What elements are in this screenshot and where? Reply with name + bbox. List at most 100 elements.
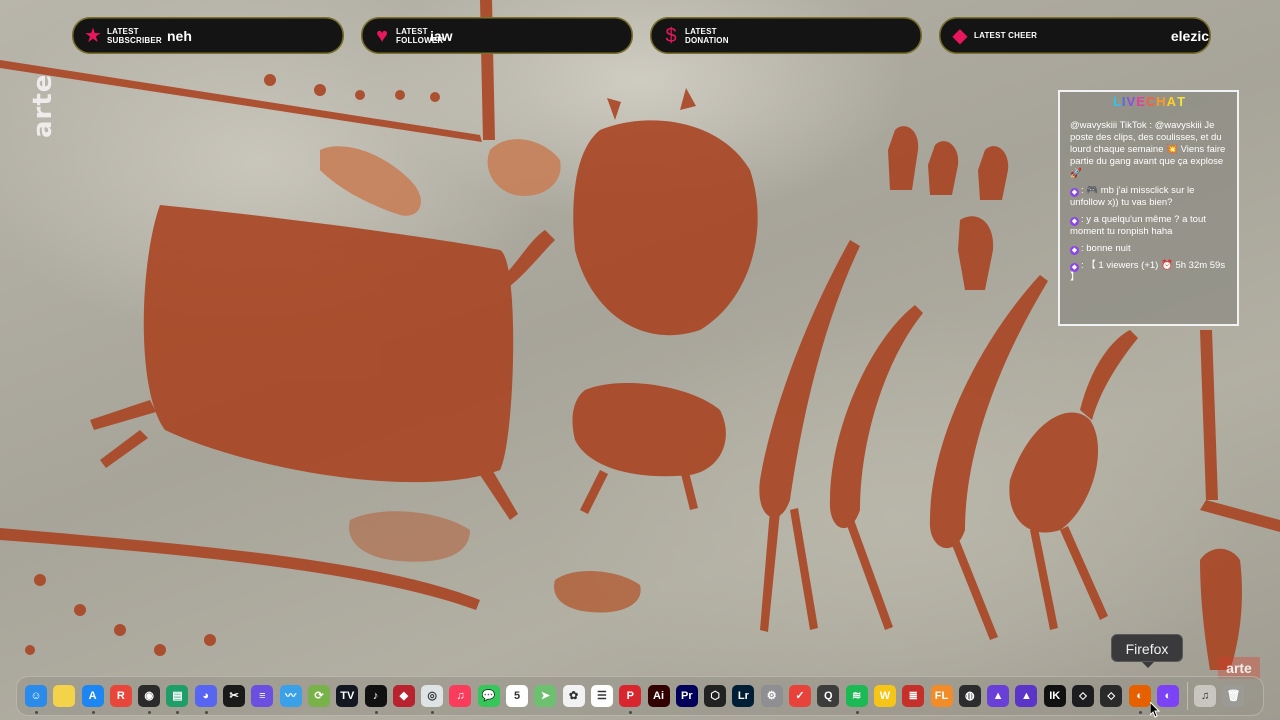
waves-icon[interactable]: W: [873, 685, 896, 707]
painting-bird-2: [829, 305, 923, 529]
running-indicator: [91, 711, 95, 714]
running-indicator: [431, 711, 435, 714]
painting-lizard: [320, 146, 421, 216]
finder-icon[interactable]: ☺: [25, 685, 47, 714]
painting-right-animal: [1200, 548, 1242, 670]
premiere-icon[interactable]: Pr: [675, 685, 698, 707]
plugin-icon[interactable]: ◍: [958, 685, 981, 707]
dollar-icon: $: [665, 24, 677, 47]
todo-icon[interactable]: ✓: [789, 685, 812, 707]
running-indicator: [35, 711, 38, 714]
maps-icon[interactable]: ➤: [534, 685, 557, 707]
running-indicator: [204, 711, 208, 714]
reminders-icon[interactable]: ☰: [590, 685, 613, 707]
chat-message: ◆: y a quelqu'un même ? a tout moment tu…: [1070, 214, 1229, 238]
quicktime-icon[interactable]: Q: [817, 685, 840, 707]
tradingview-icon[interactable]: TV: [336, 685, 359, 707]
freeform-icon[interactable]: 〰: [279, 685, 302, 707]
painting-figure-3: [978, 146, 1009, 200]
livechat-title: LIVECHAT: [1070, 94, 1229, 112]
chat-message-text: : 【 1 viewers (+1) ⏰ 5h 32m 59s 】: [1070, 260, 1226, 283]
photos-icon[interactable]: ✿: [562, 685, 585, 707]
painting-tail: [500, 230, 555, 290]
painting-faded-animal: [349, 511, 470, 562]
trash-icon[interactable]: 🗑: [1222, 685, 1245, 707]
painting-turtle: [487, 139, 561, 196]
music-folder-icon[interactable]: ♫: [1194, 685, 1217, 707]
painting-large-animal: [143, 205, 514, 483]
obs-icon[interactable]: ◉: [138, 685, 161, 714]
latest-subscriber-bar: ★ LATEST SUBSCRIBER neh: [72, 17, 344, 54]
painting-lines-right: [1200, 330, 1280, 532]
livechat-title-letter: L: [1112, 94, 1122, 109]
twitch-badge-icon: ◆: [1070, 246, 1079, 255]
latest-follower-bar: ♥ LATEST FOLLOWER iaw: [361, 17, 633, 54]
chat-message-text: : bonne nuit: [1081, 243, 1131, 254]
chrome-icon[interactable]: ◎: [421, 685, 444, 714]
chat-message-text: : y a quelqu'un même ? a tout moment tu …: [1070, 214, 1206, 237]
app-store-icon[interactable]: A: [81, 685, 104, 714]
firefox-icon[interactable]: ◐: [1128, 685, 1151, 714]
calendar-icon[interactable]: 5: [506, 685, 529, 707]
running-indicator: [148, 711, 152, 714]
fl-studio-icon[interactable]: FL: [930, 685, 953, 707]
capcut-icon[interactable]: ✂: [223, 685, 246, 707]
livechat-title-letter: E: [1136, 94, 1146, 109]
livechat-title-letter: H: [1156, 94, 1167, 109]
livechat-title-letter: A: [1166, 94, 1178, 109]
chat-message-text: : 🎮 mb j'ai missclick sur le unfollow x)…: [1070, 185, 1195, 208]
dock-separator: [1187, 682, 1189, 710]
red-app-icon[interactable]: ◆: [392, 685, 415, 707]
lightroom-icon[interactable]: Lr: [732, 685, 755, 707]
mouse-cursor-icon: [1150, 702, 1160, 718]
painting-spider-figure: [958, 216, 994, 290]
spotify-icon[interactable]: ≋: [845, 685, 868, 714]
illustrator-icon[interactable]: Ai: [647, 685, 670, 707]
painting-small-animal: [572, 382, 726, 477]
notes-icon[interactable]: [53, 685, 76, 707]
latest-cheer-bar: ◆ LATEST CHEER elezic: [939, 17, 1211, 54]
creative-cloud-icon[interactable]: R: [109, 685, 132, 707]
twitch-badge-icon: ◆: [1070, 188, 1079, 197]
dock-tooltip: Firefox: [1111, 634, 1183, 668]
livechat-panel: LIVECHAT @wavyskiii TikTok : @wavyskiii …: [1058, 90, 1239, 326]
dock: ☺ A R ◉ ▤ ◕ ✂ ≡ 〰 ⟳ TV ♪ ◆ ◎ ♫ 💬 5 ➤ ✿ ☰ P Ai Pr ⬡ Lr ⚙ ✓ Q ≋ W ≣ FL ◍ ▲ ▲…: [16, 676, 1264, 716]
settings-icon[interactable]: ⚙: [760, 685, 783, 707]
nav-app-icon[interactable]: ⬦: [1071, 685, 1094, 707]
messages-icon[interactable]: 💬: [477, 685, 500, 707]
painting-figure-1: [888, 126, 919, 190]
painting-round-creature: [573, 120, 758, 336]
heart-icon: ♥: [376, 24, 388, 47]
latest-cheer-label: LATEST CHEER: [974, 31, 1038, 40]
tiktok-icon[interactable]: ♪: [364, 685, 387, 714]
discord-icon[interactable]: ◕: [194, 685, 217, 714]
painting-bottom-animal: [554, 570, 641, 613]
twitch-badge-icon: ◆: [1070, 217, 1079, 226]
robot-app-icon[interactable]: ⬦: [1100, 685, 1123, 707]
painting-bird-2-legs: [845, 517, 893, 630]
photos-sync-icon[interactable]: ⟳: [307, 685, 330, 707]
running-indicator: [176, 711, 180, 714]
music-icon[interactable]: ♫: [449, 685, 472, 707]
chat-message-text: @wavyskiii TikTok : @wavyskiii Je poste …: [1070, 120, 1226, 179]
painting-figure-2: [928, 141, 959, 195]
latest-subscriber-label: LATEST SUBSCRIBER: [107, 26, 162, 45]
unity-icon[interactable]: ⬡: [704, 685, 727, 707]
chat-message: @wavyskiii TikTok : @wavyskiii Je poste …: [1070, 120, 1229, 180]
painting-bird-1-legs: [760, 508, 818, 632]
arturia-icon[interactable]: ▲: [987, 685, 1010, 707]
latest-subscriber-value: neh: [167, 27, 192, 44]
star-icon: ★: [84, 24, 102, 47]
running-indicator: [1138, 711, 1142, 714]
livechat-title-letter: V: [1126, 94, 1137, 109]
pdf-app-icon[interactable]: P: [619, 685, 642, 714]
ik-multimedia-icon[interactable]: IK: [1043, 685, 1066, 707]
stacks-icon[interactable]: ≣: [902, 685, 925, 707]
firefox-dev-icon[interactable]: ◐: [1156, 685, 1179, 707]
terminal-icon[interactable]: ▤: [166, 685, 189, 714]
painting-bird-3-legs: [950, 537, 998, 640]
diamond-icon: ◆: [952, 24, 968, 47]
analog-lab-icon[interactable]: ▲: [1015, 685, 1038, 707]
latest-donation-label: LATEST DONATION: [685, 26, 729, 45]
streamlabs-icon[interactable]: ≡: [251, 685, 274, 707]
